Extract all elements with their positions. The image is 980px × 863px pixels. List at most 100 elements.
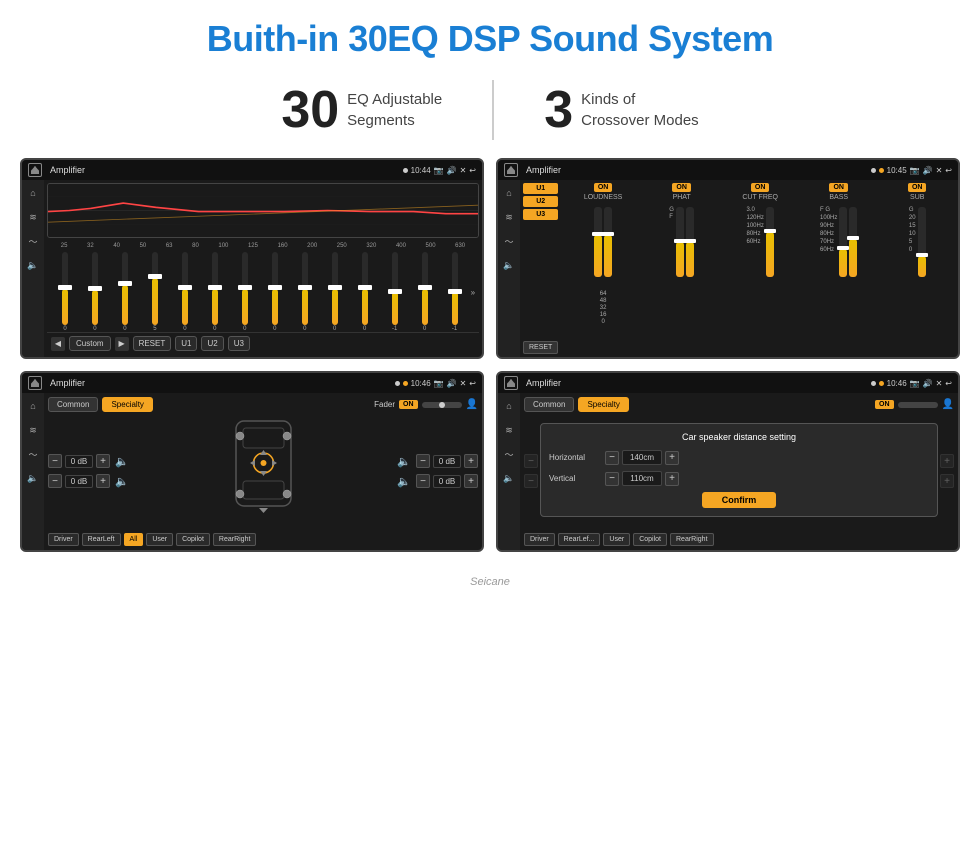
common-tab-4[interactable]: Common	[524, 397, 574, 412]
rear-right-plus[interactable]: +	[464, 474, 478, 488]
slider-thumb-13[interactable]	[448, 289, 462, 294]
expand-arrows[interactable]: »	[471, 288, 475, 297]
slider-track-4[interactable]	[182, 252, 188, 325]
specialty-tab-3[interactable]: Specialty	[102, 397, 152, 412]
reset-btn-1[interactable]: RESET	[133, 336, 172, 351]
fader-on-toggle[interactable]: ON	[399, 400, 418, 409]
slider-thumb-12[interactable]	[418, 285, 432, 290]
slider-thumb-3[interactable]	[148, 274, 162, 279]
cutfreq-on-badge[interactable]: ON	[751, 183, 770, 192]
slider-track-1[interactable]	[92, 252, 98, 325]
slider-11[interactable]: -1	[381, 252, 409, 332]
u3-crossover-btn[interactable]: U3	[523, 209, 558, 220]
slider-track-0[interactable]	[62, 252, 68, 325]
home-icon-4[interactable]	[504, 376, 518, 390]
home-icon-2[interactable]	[504, 163, 518, 177]
slider-5[interactable]: 0	[201, 252, 229, 332]
slider-10[interactable]: 0	[351, 252, 379, 332]
vertical-plus[interactable]: +	[665, 472, 679, 486]
fader-slider-4[interactable]	[898, 402, 938, 408]
home-icon[interactable]	[28, 163, 42, 177]
next-btn[interactable]: ▶	[115, 337, 129, 351]
prev-btn[interactable]: ◀	[51, 337, 65, 351]
sub-thumb[interactable]	[916, 253, 928, 257]
rear-left-minus[interactable]: −	[48, 474, 62, 488]
rear-left-btn-4[interactable]: RearLef...	[558, 533, 601, 546]
slider-track-5[interactable]	[212, 252, 218, 325]
front-right-minus[interactable]: −	[416, 454, 430, 468]
eq-sidebar-icon-4[interactable]: ≋	[502, 423, 516, 437]
back-icon-2[interactable]: ↩	[945, 166, 952, 175]
slider-thumb-1[interactable]	[88, 286, 102, 291]
slider-thumb-5[interactable]	[208, 285, 222, 290]
eq-sidebar-icon-2[interactable]: ≋	[502, 210, 516, 224]
slider-13[interactable]: -1	[441, 252, 469, 332]
slider-track-7[interactable]	[272, 252, 278, 325]
slider-track-13[interactable]	[452, 252, 458, 325]
slider-track-11[interactable]	[392, 252, 398, 325]
slider-thumb-10[interactable]	[358, 285, 372, 290]
speaker-sidebar-icon-2[interactable]: 🔈	[502, 258, 516, 272]
fader-on-4[interactable]: ON	[875, 400, 894, 409]
slider-track-8[interactable]	[302, 252, 308, 325]
expand-right-icon[interactable]: »	[471, 288, 475, 297]
phat-slider[interactable]	[676, 207, 684, 277]
all-btn-3[interactable]: All	[124, 533, 144, 546]
speaker-sidebar-icon-3[interactable]: 🔈	[26, 471, 40, 485]
slider-6[interactable]: 0	[231, 252, 259, 332]
rear-left-plus[interactable]: +	[96, 474, 110, 488]
rear-right-btn-4[interactable]: RearRight	[670, 533, 714, 546]
u2-crossover-btn[interactable]: U2	[523, 196, 558, 207]
bass-slider-2[interactable]	[849, 207, 857, 277]
horizontal-minus[interactable]: −	[605, 451, 619, 465]
bass-on-badge[interactable]: ON	[829, 183, 848, 192]
slider-thumb-7[interactable]	[268, 285, 282, 290]
driver-btn-3[interactable]: Driver	[48, 533, 79, 546]
loudness-slider-1[interactable]	[594, 207, 602, 277]
reset-crossover-btn[interactable]: RESET	[523, 341, 558, 354]
fader-thumb[interactable]	[439, 402, 445, 408]
back-icon-3[interactable]: ↩	[469, 379, 476, 388]
slider-track-3[interactable]	[152, 252, 158, 325]
home-sidebar-icon[interactable]: ⌂	[26, 186, 40, 200]
slider-thumb-8[interactable]	[298, 285, 312, 290]
slider-1[interactable]: 0	[81, 252, 109, 332]
copilot-btn-3[interactable]: Copilot	[176, 533, 210, 546]
wave-sidebar-icon[interactable]: 〜	[26, 234, 40, 248]
user-btn-3[interactable]: User	[146, 533, 173, 546]
slider-9[interactable]: 0	[321, 252, 349, 332]
home-icon-3[interactable]	[28, 376, 42, 390]
slider-0[interactable]: 0	[51, 252, 79, 332]
slider-track-12[interactable]	[422, 252, 428, 325]
slider-4[interactable]: 0	[171, 252, 199, 332]
bass-thumb-1[interactable]	[837, 246, 849, 250]
rear-right-btn-3[interactable]: RearRight	[213, 533, 257, 546]
home-sidebar-icon-3[interactable]: ⌂	[26, 399, 40, 413]
speaker-sidebar-icon-4[interactable]: 🔈	[502, 471, 516, 485]
u2-btn[interactable]: U2	[201, 336, 223, 351]
slider-track-9[interactable]	[332, 252, 338, 325]
u1-crossover-btn[interactable]: U1	[523, 183, 558, 194]
fader-slider[interactable]	[422, 402, 462, 408]
phat-thumb-2[interactable]	[684, 239, 696, 243]
u3-btn[interactable]: U3	[228, 336, 250, 351]
slider-track-6[interactable]	[242, 252, 248, 325]
slider-thumb-6[interactable]	[238, 285, 252, 290]
loudness-thumb-2[interactable]	[602, 232, 614, 236]
user-btn-4[interactable]: User	[603, 533, 630, 546]
sub-slider[interactable]	[918, 207, 926, 277]
wave-sidebar-icon-3[interactable]: 〜	[26, 447, 40, 461]
slider-thumb-9[interactable]	[328, 285, 342, 290]
copilot-btn-4[interactable]: Copilot	[633, 533, 667, 546]
rear-left-btn-3[interactable]: RearLeft	[82, 533, 121, 546]
slider-3[interactable]: 5	[141, 252, 169, 332]
slider-thumb-2[interactable]	[118, 281, 132, 286]
horizontal-plus[interactable]: +	[665, 451, 679, 465]
slider-2[interactable]: 0	[111, 252, 139, 332]
slider-thumb-11[interactable]	[388, 289, 402, 294]
loudness-on-badge[interactable]: ON	[594, 183, 613, 192]
slider-8[interactable]: 0	[291, 252, 319, 332]
eq-sidebar-icon-3[interactable]: ≋	[26, 423, 40, 437]
slider-track-10[interactable]	[362, 252, 368, 325]
home-sidebar-icon-2[interactable]: ⌂	[502, 186, 516, 200]
